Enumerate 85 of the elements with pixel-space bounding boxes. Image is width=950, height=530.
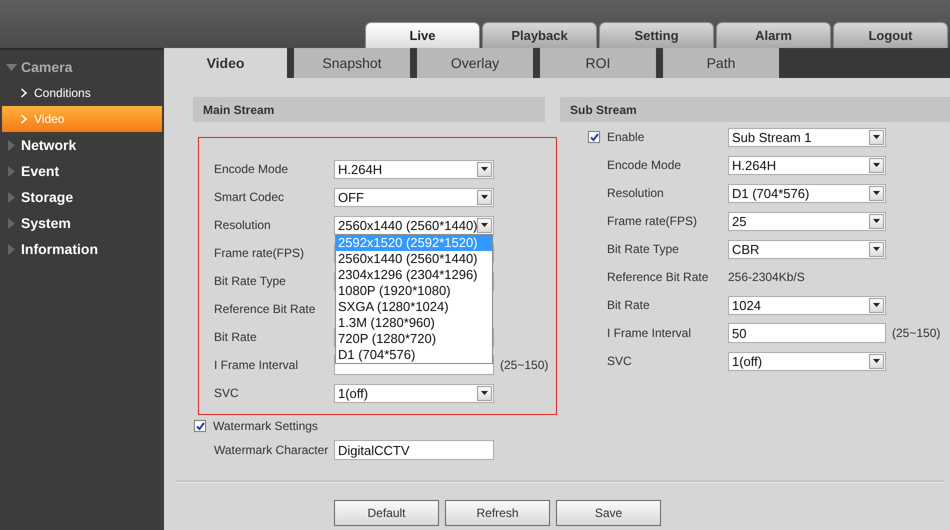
dropdown-option[interactable]: SXGA (1280*1024) [336,298,492,314]
caret-icon [481,167,488,171]
dropdown-option[interactable]: D1 (704*576) [336,346,492,362]
caret-icon [873,219,880,223]
section-header: Main Stream [193,97,545,122]
checkbox[interactable] [194,420,206,432]
chevron-right-icon [20,114,28,124]
caret-icon [481,195,488,199]
checkbox-label: Watermark Settings [213,419,318,433]
field-label: Bit Rate [214,330,258,344]
triangle-right-icon [6,218,17,228]
sidebar-subitem[interactable]: Conditions [2,80,162,106]
chevron-right-icon [20,88,28,98]
tab[interactable]: Overlay [417,48,533,78]
nav-tab[interactable]: Live [365,22,480,48]
checkbox[interactable] [588,131,600,143]
triangle-down-icon [6,62,17,72]
dropdown[interactable]: CBR [728,240,886,258]
range-hint: (25~150) [892,326,940,340]
triangle-right-icon [6,140,17,150]
triangle-right-icon [6,192,17,202]
field-label: SVC [214,386,240,400]
nav-tab[interactable]: Setting [599,22,714,48]
dropdown[interactable]: 1024 [728,296,886,314]
caret-icon [873,191,880,195]
dropdown-option[interactable]: 2304x1296 (2304*1296) [336,266,492,282]
dropdown[interactable]: 1(off) [334,384,494,402]
caret-icon [873,303,880,307]
dropdown[interactable]: H.264H [728,156,886,174]
sidebar-item[interactable]: Information [0,236,164,262]
caret-icon [873,247,880,251]
field-label: Resolution [607,186,665,200]
sidebar-item[interactable]: Event [0,158,164,184]
field-label: Encode Mode [607,158,682,172]
dropdown-option[interactable]: 2560x1440 (2560*1440) [336,250,492,266]
dropdown[interactable]: OFF [334,188,494,206]
sidebar-item[interactable]: Storage [0,184,164,210]
dropdown[interactable]: Sub Stream 1 [728,128,886,146]
field-label: Frame rate(FPS) [214,246,306,260]
nav-tab[interactable]: Playback [482,22,597,48]
tab[interactable]: ROI [540,48,656,78]
tab[interactable]: Snapshot [294,48,410,78]
triangle-right-icon [6,244,17,254]
field-label: Bit Rate Type [214,274,287,288]
field-label: Watermark Character [214,443,330,457]
sidebar-item[interactable]: System [0,210,164,236]
range-hint: (25~150) [500,358,548,372]
dropdown[interactable]: 1(off) [728,352,886,370]
dropdown-option[interactable]: 1.3M (1280*960) [336,314,492,330]
field-label: Resolution [214,218,272,232]
field-label: Bit Rate [607,298,651,312]
field-label: SVC [607,354,633,368]
checkbox-label: Enable [607,130,646,144]
action-button[interactable]: Refresh [445,500,550,526]
action-button[interactable]: Default [334,500,439,526]
sidebar-item[interactable]: Network [0,132,164,158]
caret-icon [481,223,488,227]
field-label: Frame rate(FPS) [607,214,698,228]
input-field[interactable]: DigitalCCTV [334,440,494,460]
tab[interactable]: Video [164,48,287,78]
field-label: I Frame Interval [607,326,692,340]
nav-tab[interactable]: Alarm [716,22,831,48]
field-label: Bit Rate Type [607,242,680,256]
triangle-right-icon [6,166,17,176]
caret-icon [873,135,880,139]
sidebar-item[interactable]: Camera [0,54,164,80]
tab[interactable]: Path [663,48,779,78]
dropdown-option[interactable]: 1080P (1920*1080) [336,282,492,298]
dropdown[interactable]: 25 [728,212,886,230]
field-label: Encode Mode [214,162,290,176]
field-label: I Frame Interval [214,358,300,372]
field-label: Reference Bit Rate [214,302,316,316]
action-button[interactable]: Save [556,500,661,526]
nav-tab[interactable]: Logout [833,22,948,48]
input-field[interactable]: 50 [728,323,886,343]
caret-icon [481,391,488,395]
value-text: 256-2304Kb/S [728,270,805,284]
field-label: Smart Codec [214,190,286,204]
dropdown[interactable]: D1 (704*576) [728,184,886,202]
dropdown-option[interactable]: 720P (1280*720) [336,330,492,346]
caret-icon [873,359,880,363]
section-header: Sub Stream [560,97,950,122]
field-label: Reference Bit Rate [607,270,710,284]
dropdown[interactable]: H.264H [334,160,494,178]
caret-icon [873,163,880,167]
